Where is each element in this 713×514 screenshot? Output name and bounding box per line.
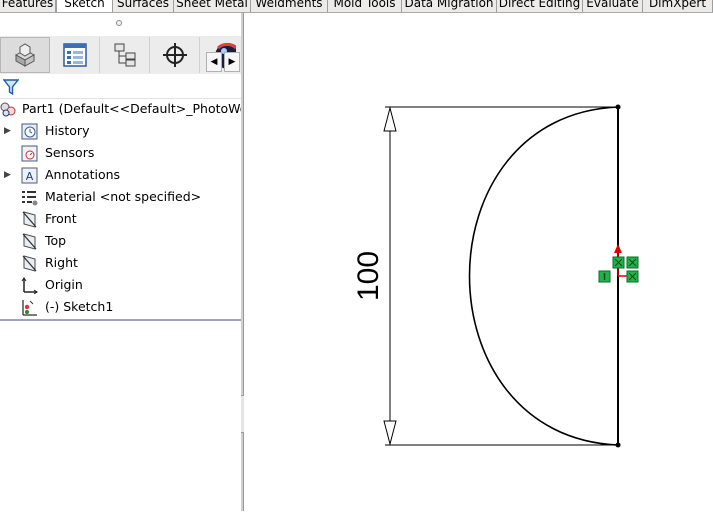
tree-item-label: Material <not specified> (45, 189, 202, 204)
expand-arrow-icon[interactable]: ▶ (4, 120, 12, 142)
tree-root-label: Part1 (Default<<Default>_PhotoWork (22, 101, 241, 116)
tree-item-label: Right (45, 255, 78, 270)
panel-grip-handle[interactable] (116, 20, 122, 26)
tab-data-migration[interactable]: Data Migration (402, 0, 497, 12)
filter-icon[interactable] (3, 78, 19, 96)
plane-icon (22, 211, 37, 228)
tree-item-label: Annotations (45, 167, 121, 182)
sketch-canvas[interactable]: 100 (244, 13, 713, 511)
tab-weldments[interactable]: Weldments (251, 0, 328, 12)
endpoint-top[interactable] (615, 104, 621, 110)
tab-sheet-metal[interactable]: Sheet Metal (174, 0, 251, 12)
tree-item-label: Sensors (45, 145, 95, 160)
part-icon (0, 102, 16, 117)
configurationmanager-icon (114, 43, 135, 67)
history-icon (21, 123, 38, 140)
tree-item-right-plane[interactable]: Right (0, 252, 241, 274)
dimxpertmanager-icon (162, 43, 187, 67)
vertical-relation-icon[interactable] (598, 270, 611, 283)
fix-relation-icon[interactable] (626, 270, 639, 283)
annotations-icon: A (21, 167, 38, 184)
tree-item-top-plane[interactable]: Top (0, 230, 241, 252)
tree-item-origin[interactable]: Origin (0, 274, 241, 296)
dimension-value[interactable]: 100 (352, 251, 385, 301)
origin-icon (21, 277, 38, 294)
coincident-relation-icon[interactable] (612, 256, 625, 269)
command-manager-tabs: Features Sketch Surfaces Sheet Metal Wel… (0, 0, 713, 13)
tree-item-label: History (45, 123, 90, 138)
endpoint-bottom[interactable] (615, 442, 621, 448)
tab-direct-editing[interactable]: Direct Editing (497, 0, 583, 12)
expand-arrow-icon[interactable]: ▶ (4, 164, 12, 186)
material-icon (22, 191, 38, 206)
sensors-icon (21, 145, 38, 162)
tree-item-annotations[interactable]: ▶ A Annotations (0, 164, 241, 186)
rollback-bar[interactable] (0, 319, 241, 321)
tree-item-label: Front (45, 211, 77, 226)
tab-evaluate[interactable]: Evaluate (583, 0, 643, 12)
tree-item-front-plane[interactable]: Front (0, 208, 241, 230)
tree-item-material[interactable]: Material <not specified> (0, 186, 241, 208)
tab-mold-tools[interactable]: Mold Tools (328, 0, 402, 12)
tree-root-part[interactable]: Part1 (Default<<Default>_PhotoWork (0, 98, 241, 120)
plane-icon (22, 233, 37, 250)
tree-item-label: Origin (45, 277, 83, 292)
tree-item-label: Top (45, 233, 67, 248)
propertymanager-tab[interactable] (50, 37, 100, 73)
sketch-icon (22, 300, 37, 316)
tab-dimxpert[interactable]: DimXpert (643, 0, 713, 12)
dimension-arrow-up-icon (383, 106, 397, 132)
tab-features[interactable]: Features (0, 0, 56, 12)
dimxpertmanager-tab[interactable] (150, 37, 200, 73)
filter-row (0, 76, 241, 99)
configurationmanager-tab[interactable] (100, 37, 150, 73)
featuremanager-tree-tab[interactable] (0, 37, 50, 73)
sketch-arc[interactable] (468, 106, 619, 446)
dimension-arrow-down-icon (383, 420, 397, 446)
plane-icon (22, 255, 37, 272)
tab-surfaces[interactable]: Surfaces (113, 0, 174, 12)
tree-item-label: (-) Sketch1 (45, 299, 114, 314)
panel-tool-strip (0, 36, 241, 74)
svg-text:A: A (26, 170, 34, 183)
tree-item-sensors[interactable]: Sensors (0, 142, 241, 164)
propertymanager-icon (62, 43, 87, 67)
tab-sketch[interactable]: Sketch (56, 0, 113, 12)
scroll-left-button[interactable]: ◀ (206, 52, 222, 72)
featuremanager-tree-icon (14, 43, 36, 67)
tree-item-sketch1[interactable]: (-) Sketch1 (0, 296, 241, 318)
midpoint-relation-icon[interactable] (626, 256, 639, 269)
scroll-right-button[interactable]: ▶ (224, 52, 240, 72)
tree-item-history[interactable]: ▶ History (0, 120, 241, 142)
graphics-area[interactable]: 100 (244, 13, 713, 511)
